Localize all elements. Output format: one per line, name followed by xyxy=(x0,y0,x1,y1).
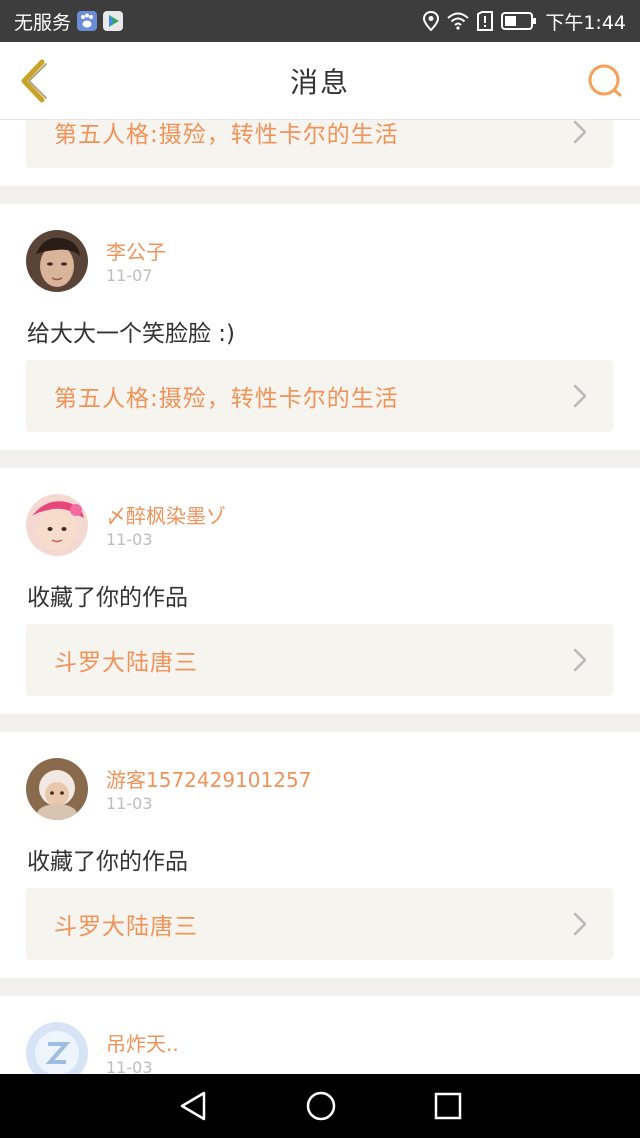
back-triangle-icon[interactable] xyxy=(178,1090,208,1122)
message-text: 收藏了你的作品 xyxy=(27,585,188,611)
work-link[interactable]: 斗罗大陆唐三 xyxy=(26,888,613,960)
message-date: 11-03 xyxy=(106,1058,153,1074)
list-item: 李公子 11-07 给大大一个笑脸脸 :) 第五人格:摄殓，转性卡尔的生活 xyxy=(0,204,640,450)
battery-icon xyxy=(501,12,537,30)
work-link[interactable]: 第五人格:摄殓，转性卡尔的生活 xyxy=(26,360,613,432)
search-button[interactable] xyxy=(586,62,624,100)
wifi-icon xyxy=(447,12,469,30)
username[interactable]: 吊炸天.. xyxy=(106,1028,179,1057)
message-date: 11-03 xyxy=(106,530,153,549)
avatar[interactable] xyxy=(26,1022,88,1074)
message-list[interactable]: 第五人格:摄殓，转性卡尔的生活 李公子 11-07 给大大一个笑脸脸 :) 第五… xyxy=(0,120,640,1074)
location-icon xyxy=(423,11,440,31)
page-title: 消息 xyxy=(289,65,350,99)
work-title: 第五人格:摄殓，转性卡尔的生活 xyxy=(54,122,399,148)
list-item: 吊炸天.. 11-03 xyxy=(0,996,640,1074)
avatar[interactable] xyxy=(26,494,88,556)
system-nav-bar xyxy=(0,1074,640,1138)
status-time: 下午1:44 xyxy=(545,11,626,34)
list-item: 游客1572429101257 11-03 收藏了你的作品 斗罗大陆唐三 xyxy=(0,732,640,978)
message-date: 11-07 xyxy=(106,266,153,285)
recents-square-icon[interactable] xyxy=(434,1092,462,1120)
search-icon xyxy=(588,64,622,97)
sim-alert-icon xyxy=(477,11,494,31)
work-link[interactable]: 第五人格:摄殓，转性卡尔的生活 xyxy=(26,120,613,168)
avatar[interactable] xyxy=(26,230,88,292)
back-chevron-icon xyxy=(21,59,47,103)
message-date: 11-03 xyxy=(106,794,153,813)
list-item: 〆醉枫染墨ゾ 11-03 收藏了你的作品 斗罗大陆唐三 xyxy=(0,468,640,714)
work-title: 斗罗大陆唐三 xyxy=(54,914,198,940)
work-title: 斗罗大陆唐三 xyxy=(54,650,198,676)
chevron-right-icon xyxy=(573,912,587,936)
status-bar: 无服务 下午1:44 xyxy=(0,0,640,42)
message-text: 收藏了你的作品 xyxy=(27,849,188,875)
play-store-icon xyxy=(103,11,124,31)
chevron-right-icon xyxy=(573,648,587,672)
chevron-right-icon xyxy=(573,120,587,144)
work-link[interactable]: 斗罗大陆唐三 xyxy=(26,624,613,696)
list-item: 第五人格:摄殓，转性卡尔的生活 xyxy=(0,120,640,186)
username[interactable]: 游客1572429101257 xyxy=(106,764,311,793)
carrier-label: 无服务 xyxy=(14,11,72,34)
app-header: 消息 xyxy=(0,42,640,120)
home-circle-icon[interactable] xyxy=(305,1090,337,1122)
username[interactable]: 李公子 xyxy=(106,236,166,265)
work-title: 第五人格:摄殓，转性卡尔的生活 xyxy=(54,386,399,412)
baidu-paw-icon xyxy=(77,11,98,31)
username[interactable]: 〆醉枫染墨ゾ xyxy=(106,500,226,529)
message-text: 给大大一个笑脸脸 :) xyxy=(27,321,236,347)
back-button[interactable] xyxy=(16,58,56,104)
avatar[interactable] xyxy=(26,758,88,820)
chevron-right-icon xyxy=(573,384,587,408)
